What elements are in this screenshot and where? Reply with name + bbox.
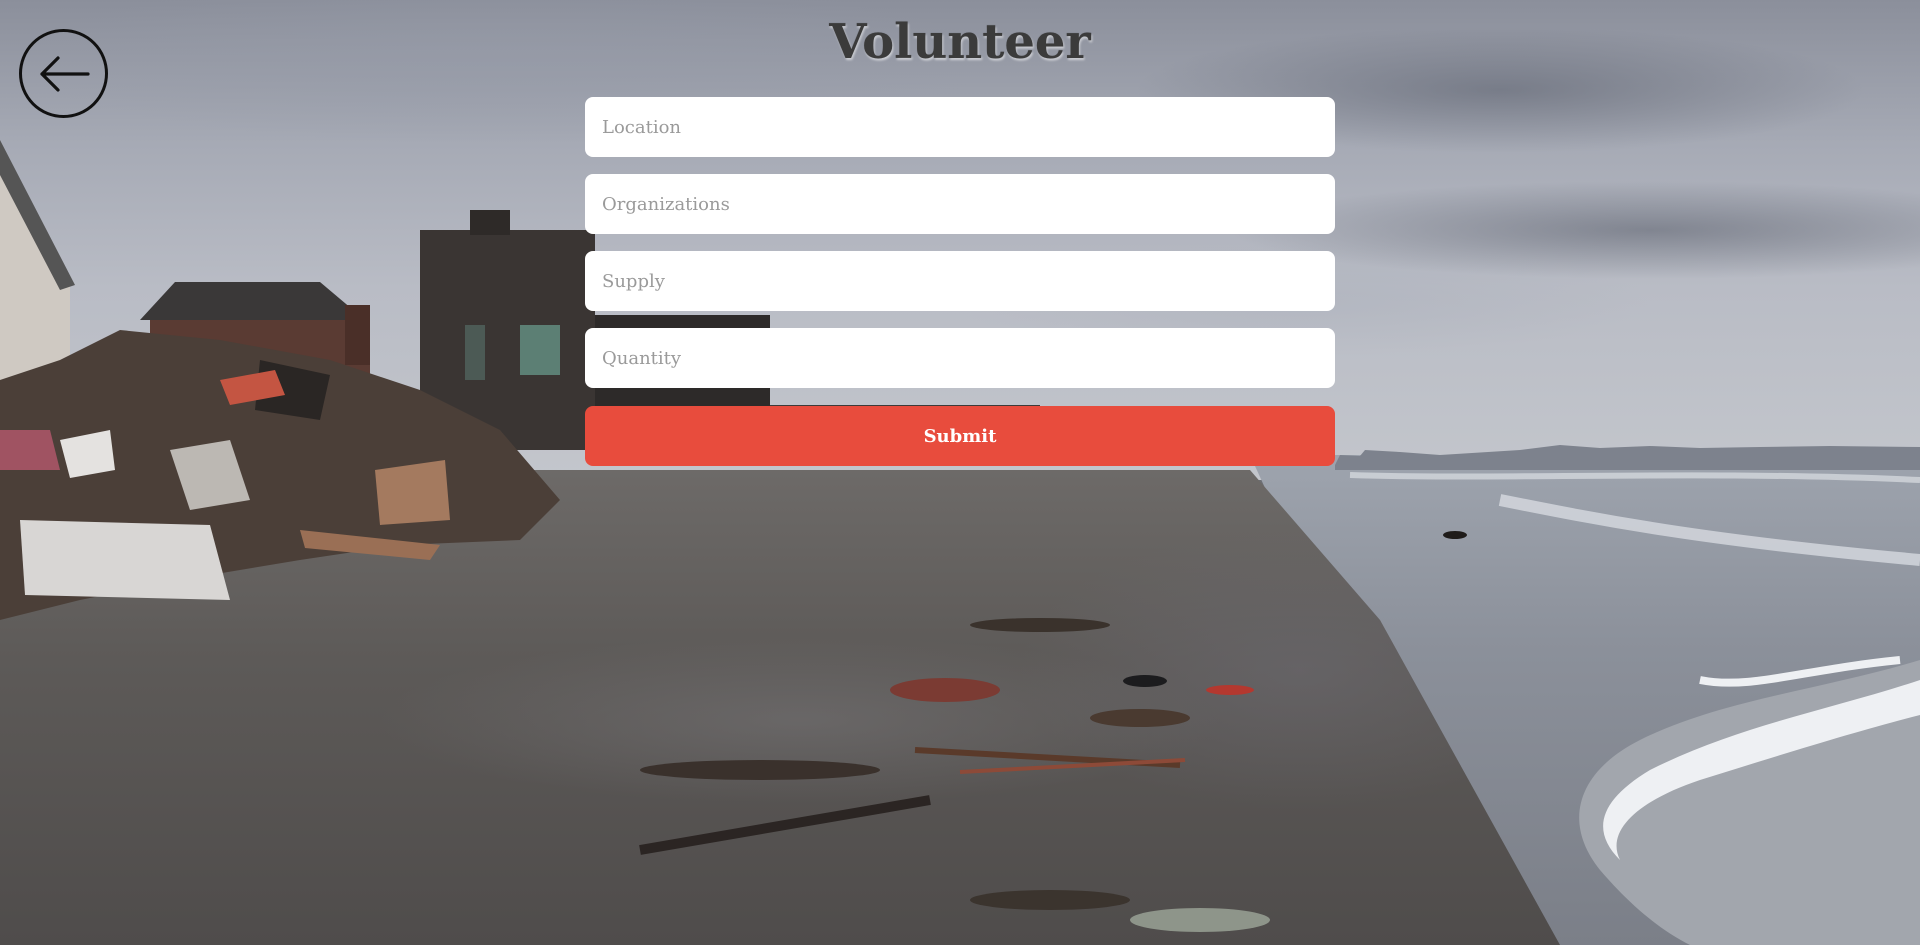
volunteer-form: Submit <box>585 97 1335 466</box>
quantity-input[interactable] <box>585 328 1335 388</box>
location-input[interactable] <box>585 97 1335 157</box>
page-title: Volunteer <box>829 14 1091 70</box>
supply-input[interactable] <box>585 251 1335 311</box>
submit-button[interactable]: Submit <box>585 406 1335 466</box>
organizations-input[interactable] <box>585 174 1335 234</box>
